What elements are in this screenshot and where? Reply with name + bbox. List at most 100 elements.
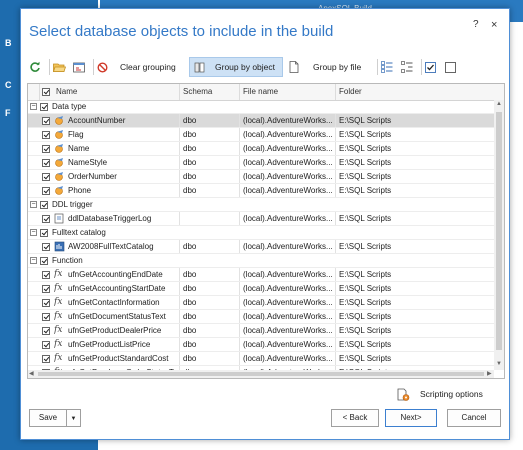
close-button[interactable]: × (491, 19, 497, 31)
scroll-up-arrow-icon[interactable]: ▲ (495, 101, 503, 109)
group-by-object-button[interactable]: Group by object (189, 57, 283, 77)
collapse-toggle-icon[interactable]: − (30, 201, 37, 208)
row-checkbox[interactable] (42, 355, 50, 363)
vertical-scrollbar[interactable]: ▲ ▼ (494, 100, 504, 370)
open-folder-button[interactable] (53, 57, 69, 77)
table-row[interactable]: fx ufnGetProductListPrice dbo (local).Adven… (28, 338, 494, 352)
column-header-folder[interactable]: Folder (336, 84, 504, 100)
group-row[interactable]: − Fulltext catalog (28, 226, 494, 240)
row-checkbox[interactable] (42, 159, 50, 167)
clear-grouping-button[interactable]: Clear grouping (97, 57, 189, 77)
row-checkbox[interactable] (42, 313, 50, 321)
table-row[interactable]: fx ufnGetContactInformation dbo (local).Adv… (28, 296, 494, 310)
row-checkbox[interactable] (42, 187, 50, 195)
collapse-toggle-icon[interactable]: − (30, 229, 37, 236)
row-checkbox[interactable] (42, 173, 50, 181)
back-button[interactable]: < Back (331, 409, 379, 427)
scroll-right-arrow-icon[interactable]: ▶ (487, 370, 492, 377)
row-checkbox[interactable] (42, 117, 50, 125)
table-row[interactable]: Name dbo (local).AdventureWorks... E:\SQL S… (28, 142, 494, 156)
folder-cell: E:\SQL Scripts (339, 270, 392, 279)
table-row[interactable]: fx ufnGetDocumentStatusText dbo (local).Adv… (28, 310, 494, 324)
object-name-cell: Flag (68, 128, 180, 141)
horizontal-scroll-thumb[interactable] (38, 372, 484, 376)
row-checkbox[interactable] (42, 271, 50, 279)
grid-header: Name Schema File name Folder (28, 84, 504, 101)
edit-script-button[interactable] (73, 57, 89, 77)
horizontal-scrollbar[interactable]: ◀ ▶ (28, 370, 494, 378)
row-checkbox[interactable] (42, 327, 50, 335)
row-checkbox[interactable] (42, 131, 50, 139)
save-dropdown-button[interactable]: ▼ (67, 409, 81, 427)
table-row[interactable]: Phone dbo (local).AdventureWorks... E:\SQL … (28, 184, 494, 198)
toolbar: Clear grouping Group by object Group by … (27, 57, 505, 79)
file-name-cell: (local).AdventureWorks... (240, 156, 336, 169)
table-row[interactable]: NameStyle dbo (local).AdventureWorks... E:\… (28, 156, 494, 170)
save-button[interactable]: Save (29, 409, 67, 427)
vertical-scroll-thumb[interactable] (496, 112, 502, 350)
schema-cell: dbo (180, 310, 240, 323)
group-by-file-label: Group by file (313, 62, 362, 72)
collapse-toggle-icon[interactable]: − (30, 103, 37, 110)
next-button[interactable]: Next> (385, 409, 437, 427)
help-button[interactable]: ? (473, 19, 479, 30)
uncheck-all-button[interactable] (445, 57, 461, 77)
table-row[interactable]: AccountNumber dbo (local).AdventureWorks..… (28, 114, 494, 128)
row-checkbox[interactable] (42, 215, 50, 223)
row-checkbox[interactable] (42, 285, 50, 293)
group-by-file-button[interactable]: Group by file (289, 57, 375, 77)
group-checkbox[interactable] (40, 103, 48, 111)
file-icon (289, 61, 299, 73)
group-checkbox[interactable] (40, 201, 48, 209)
data-type-icon (54, 171, 65, 184)
table-row[interactable]: fx ufnGetProductStandardCost dbo (local).Ad… (28, 352, 494, 366)
schema-cell: dbo (180, 352, 240, 365)
group-row[interactable]: − DDL trigger (28, 198, 494, 212)
row-checkbox[interactable] (42, 243, 50, 251)
table-row[interactable]: ddlDatabaseTriggerLog (local).AdventureWo… (28, 212, 494, 226)
group-row[interactable]: − Function (28, 254, 494, 268)
column-header-name[interactable]: Name (40, 84, 180, 100)
schema-cell: dbo (180, 240, 240, 253)
column-header-schema[interactable]: Schema (180, 84, 240, 100)
collapse-toggle-icon[interactable]: − (30, 257, 37, 264)
table-row[interactable]: OrderNumber dbo (local).AdventureWorks... E… (28, 170, 494, 184)
object-name-cell: ufnGetProductStandardCost (68, 352, 180, 365)
group-checkbox[interactable] (40, 229, 48, 237)
check-all-button[interactable] (425, 57, 441, 77)
clear-grouping-label: Clear grouping (120, 62, 176, 72)
background-sidebar-mark: F (5, 108, 11, 118)
folder-cell: E:\SQL Scripts (339, 158, 392, 167)
table-row[interactable]: fx ufnGetProductDealerPrice dbo (local).Adv… (28, 324, 494, 338)
refresh-button[interactable] (29, 57, 45, 77)
group-row[interactable]: − Data type (28, 100, 494, 114)
schema-cell: dbo (180, 282, 240, 295)
scripting-options-link[interactable]: Scripting options (397, 387, 483, 401)
folder-cell: E:\SQL Scripts (339, 116, 392, 125)
column-header-file-name[interactable]: File name (240, 84, 336, 100)
collapse-all-button[interactable] (401, 57, 417, 77)
group-checkbox[interactable] (40, 257, 48, 265)
table-row[interactable]: fx ufnGetAccountingEndDate dbo (local).Adve… (28, 268, 494, 282)
row-checkbox[interactable] (42, 341, 50, 349)
data-type-icon (54, 185, 65, 198)
table-row[interactable]: AW2008FullTextCatalog dbo (local).Adventur… (28, 240, 494, 254)
object-name-cell: Name (68, 142, 180, 155)
scroll-down-arrow-icon[interactable]: ▼ (495, 361, 503, 369)
table-row[interactable]: Flag dbo (local).AdventureWorks... E:\SQL S… (28, 128, 494, 142)
open-folder-icon (53, 63, 66, 72)
object-name-cell: AccountNumber (68, 114, 180, 127)
row-checkbox[interactable] (42, 299, 50, 307)
file-name-cell: (local).AdventureWorks... (240, 338, 336, 351)
scripting-options-icon (397, 388, 410, 401)
scroll-left-arrow-icon[interactable]: ◀ (29, 370, 34, 377)
select-all-checkbox[interactable] (42, 88, 50, 96)
cancel-button[interactable]: Cancel (447, 409, 501, 427)
schema-cell: dbo (180, 142, 240, 155)
row-checkbox[interactable] (42, 145, 50, 153)
table-row[interactable]: fx ufnGetAccountingStartDate dbo (local).Ad… (28, 282, 494, 296)
schema-cell: dbo (180, 170, 240, 183)
data-type-icon (54, 157, 65, 170)
object-name-cell: ufnGetAccountingStartDate (68, 282, 180, 295)
expand-all-button[interactable] (381, 57, 397, 77)
